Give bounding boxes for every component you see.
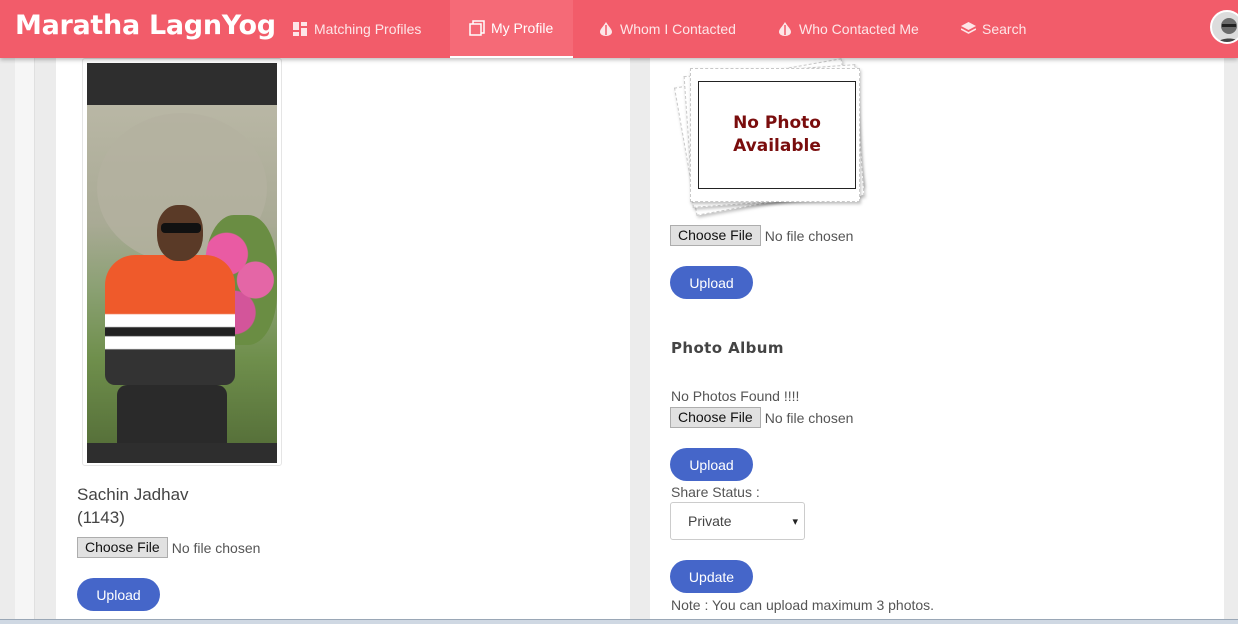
nav-whom-i-contacted[interactable]: Whom I Contacted [598, 0, 736, 58]
profile-upload-button[interactable]: Upload [77, 578, 160, 611]
layers-icon [960, 21, 976, 37]
file-status: No file chosen [171, 539, 261, 556]
dashboard-icon [292, 21, 308, 37]
album-file-input[interactable]: Choose File No file chosen [670, 407, 853, 428]
second-photo-upload-button[interactable]: Upload [670, 266, 753, 299]
no-photo-line1: No Photo [733, 113, 821, 133]
nav-my-profile[interactable]: My Profile [450, 0, 573, 58]
no-photo-line2: Available [733, 136, 821, 156]
profile-photo [82, 58, 282, 466]
profile-name: Sachin Jadhav [77, 485, 189, 504]
album-upload-button[interactable]: Upload [670, 448, 753, 481]
no-photo-text: No Photo Available [698, 81, 856, 189]
nav-search[interactable]: Search [960, 0, 1026, 58]
nav-label: Matching Profiles [314, 21, 422, 37]
nav-label: My Profile [491, 20, 554, 36]
choose-file-button[interactable]: Choose File [670, 225, 761, 246]
user-avatar[interactable] [1210, 10, 1238, 44]
file-status: No file chosen [764, 227, 854, 244]
copy-icon [469, 20, 485, 36]
profile-id: (1143) [77, 508, 125, 527]
drop-icon [598, 21, 614, 37]
choose-file-button[interactable]: Choose File [77, 537, 168, 558]
brand-logo[interactable]: Maratha LagnYog [15, 10, 276, 41]
nav-who-contacted-me[interactable]: Who Contacted Me [777, 0, 919, 58]
nav-matching-profiles[interactable]: Matching Profiles [292, 0, 421, 58]
nav-label: Whom I Contacted [620, 21, 736, 37]
upload-note: Note : You can upload maximum 3 photos. [671, 597, 935, 613]
no-photo-placeholder: No Photo Available [674, 58, 878, 220]
os-taskbar [0, 619, 1238, 624]
nav-label: Who Contacted Me [799, 21, 919, 37]
photo-album-title: Photo Album [671, 339, 784, 357]
file-status: No file chosen [764, 409, 854, 426]
share-status-select[interactable]: Private ▾ [670, 502, 805, 540]
profile-name-block: Sachin Jadhav (1143) [77, 483, 189, 529]
drop-icon [777, 21, 793, 37]
chevron-down-icon: ▾ [792, 516, 798, 528]
profile-photo-image [87, 63, 277, 463]
album-empty-message: No Photos Found !!!! [671, 388, 800, 404]
profile-photo-file-input[interactable]: Choose File No file chosen [77, 537, 260, 558]
choose-file-button[interactable]: Choose File [670, 407, 761, 428]
share-status-label: Share Status : [671, 484, 760, 500]
left-rail [15, 58, 35, 624]
nav-label: Search [982, 21, 1027, 37]
second-photo-file-input[interactable]: Choose File No file chosen [670, 225, 853, 246]
share-status-value: Private [688, 513, 732, 529]
update-button[interactable]: Update [670, 560, 753, 593]
top-navbar: Maratha LagnYog Matching Profiles My Pro… [0, 0, 1238, 58]
